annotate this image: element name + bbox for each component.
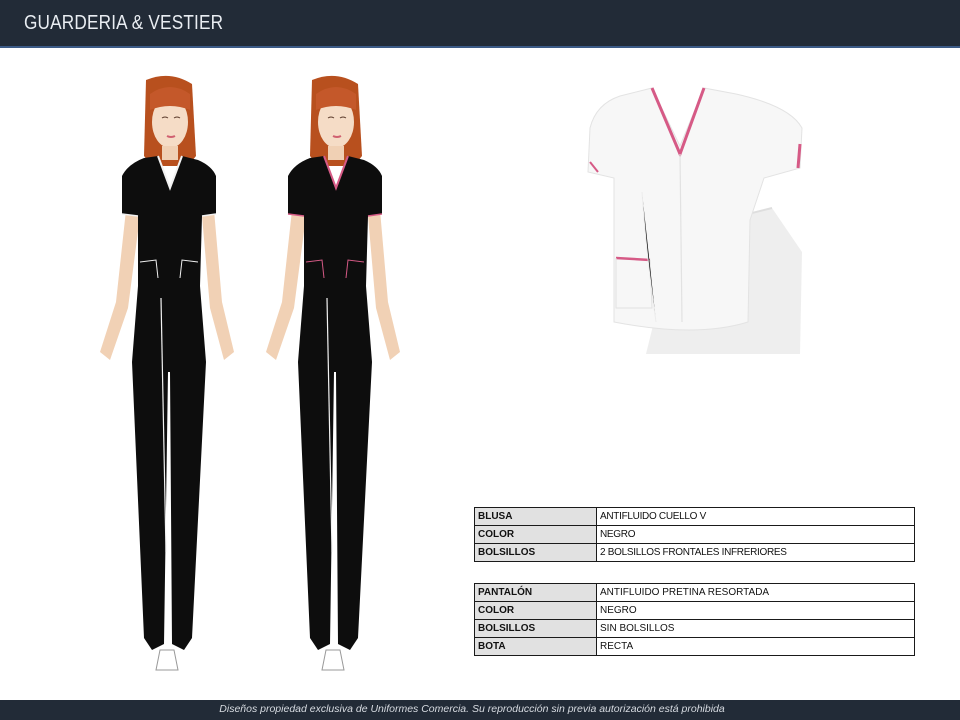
- spec-label: PANTALÓN: [474, 583, 597, 602]
- spec-value: NEGRO: [596, 525, 915, 544]
- table-row: COLOR NEGRO: [474, 601, 915, 620]
- page-title: GUARDERIA & VESTIER: [24, 12, 224, 34]
- table-row: BOLSILLOS SIN BOLSILLOS: [474, 619, 915, 638]
- footer-bar: Diseños propiedad exclusiva de Uniformes…: [0, 700, 960, 720]
- spec-label: BOLSILLOS: [474, 543, 597, 562]
- uniform-sketch-pink-piping: [266, 75, 400, 671]
- spec-label: COLOR: [474, 601, 597, 620]
- table-row: COLOR NEGRO: [474, 525, 915, 544]
- uniform-photo: [586, 82, 806, 356]
- spec-label: BOTA: [474, 637, 597, 656]
- spec-label: BOLSILLOS: [474, 619, 597, 638]
- spec-value: SIN BOLSILLOS: [596, 619, 915, 638]
- spec-value: ANTIFLUIDO CUELLO V: [596, 507, 915, 526]
- blouse-spec-table: BLUSA ANTIFLUIDO CUELLO V COLOR NEGRO BO…: [474, 507, 915, 562]
- header-bar: GUARDERIA & VESTIER: [0, 0, 960, 48]
- spec-value: NEGRO: [596, 601, 915, 620]
- spec-value: RECTA: [596, 637, 915, 656]
- uniform-sketch-white-piping: [100, 75, 234, 671]
- table-row: BLUSA ANTIFLUIDO CUELLO V: [474, 507, 915, 526]
- table-row: BOTA RECTA: [474, 637, 915, 656]
- spec-label: BLUSA: [474, 507, 597, 526]
- table-row: PANTALÓN ANTIFLUIDO PRETINA RESORTADA: [474, 583, 915, 602]
- table-row: BOLSILLOS 2 BOLSILLOS FRONTALES INFRERIO…: [474, 543, 915, 562]
- copyright-notice: Diseños propiedad exclusiva de Uniformes…: [219, 703, 725, 715]
- spec-value: 2 BOLSILLOS FRONTALES INFRERIORES: [596, 543, 915, 562]
- pants-spec-table: PANTALÓN ANTIFLUIDO PRETINA RESORTADA CO…: [474, 583, 915, 656]
- spec-label: COLOR: [474, 525, 597, 544]
- spec-value: ANTIFLUIDO PRETINA RESORTADA: [596, 583, 915, 602]
